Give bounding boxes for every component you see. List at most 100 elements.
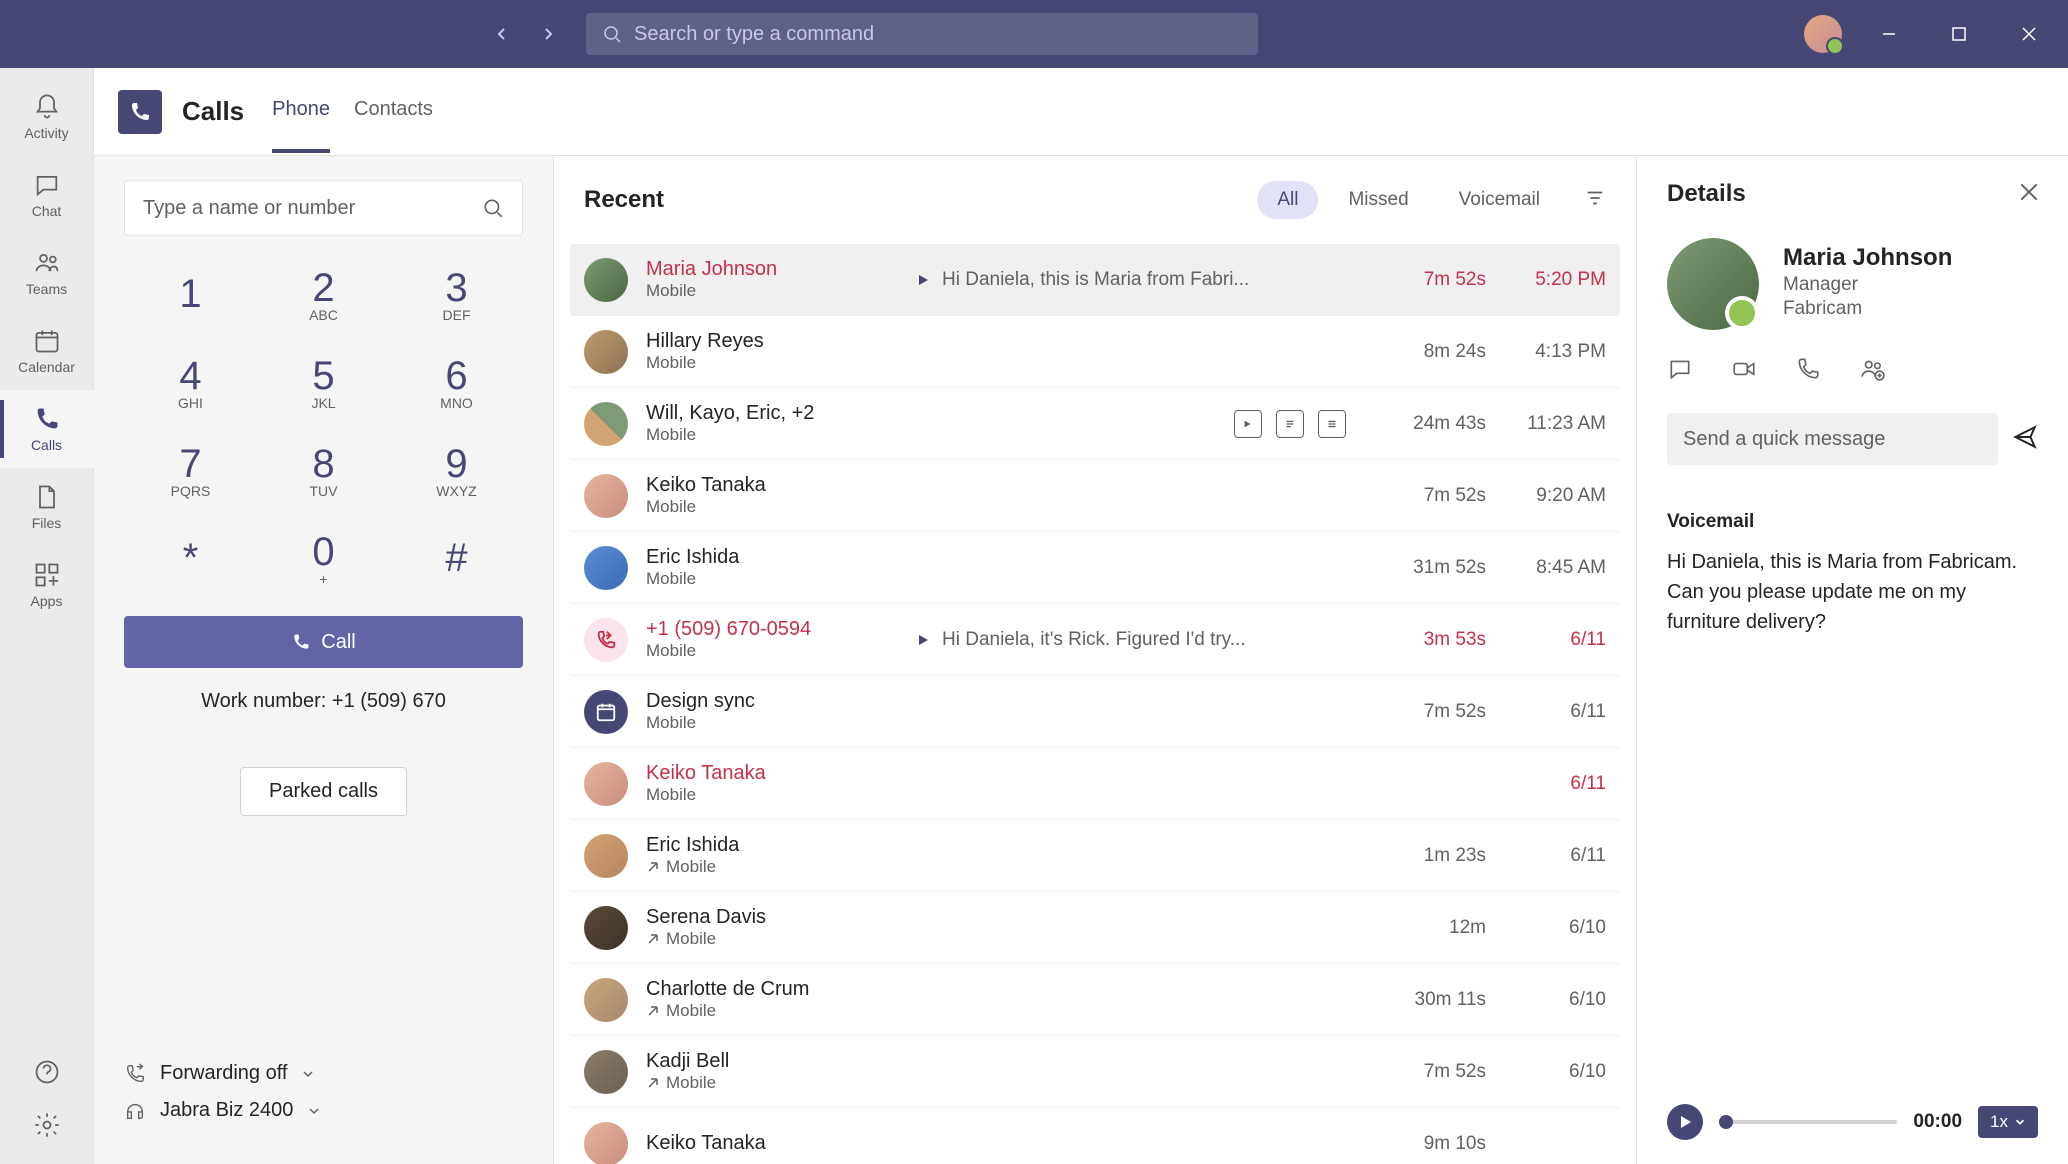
chip-missed[interactable]: Missed (1328, 181, 1428, 219)
forwarded-avatar (584, 618, 628, 662)
settings-button[interactable] (33, 1111, 61, 1144)
call-duration: 9m 10s (1366, 1133, 1486, 1155)
command-search-placeholder: Search or type a command (634, 23, 874, 46)
key-digit: * (183, 536, 199, 581)
rail-calendar[interactable]: Calendar (0, 312, 94, 390)
video-recording-icon[interactable] (1234, 410, 1262, 438)
call-time: 6/11 (1486, 629, 1606, 651)
search-icon (602, 24, 622, 44)
dialpad-key-*[interactable]: * (124, 514, 257, 602)
call-duration: 24m 43s (1366, 413, 1486, 435)
add-people-action[interactable] (1859, 356, 1885, 387)
quick-message-input[interactable]: Send a quick message (1667, 413, 1998, 465)
minimize-button[interactable] (1866, 11, 1912, 57)
key-digit: 9 (445, 442, 467, 487)
call-sublabel: Mobile (646, 1001, 876, 1021)
call-sublabel: Mobile (646, 785, 876, 805)
voicemail-heading: Voicemail (1667, 511, 2038, 533)
help-button[interactable] (33, 1058, 61, 1091)
dialpad-key-2[interactable]: 2ABC (257, 250, 390, 338)
call-time: 6/10 (1486, 989, 1606, 1011)
dialpad-key-6[interactable]: 6MNO (390, 338, 523, 426)
call-time: 11:23 AM (1486, 413, 1606, 435)
outgoing-icon (646, 1004, 660, 1018)
dialpad-key-3[interactable]: 3DEF (390, 250, 523, 338)
rail-teams[interactable]: Teams (0, 234, 94, 312)
filter-button[interactable] (1584, 187, 1606, 214)
command-search-input[interactable]: Search or type a command (586, 13, 1258, 55)
play-button[interactable] (1667, 1104, 1703, 1140)
chip-voicemail[interactable]: Voicemail (1439, 181, 1560, 219)
key-letters: DEF (443, 307, 471, 323)
call-row[interactable]: Keiko Tanaka Mobile 6/11 (570, 748, 1620, 820)
key-letters: GHI (178, 395, 203, 411)
rail-calls[interactable]: Calls (0, 390, 94, 468)
dialpad-key-4[interactable]: 4GHI (124, 338, 257, 426)
rail-chat[interactable]: Chat (0, 156, 94, 234)
call-row[interactable]: Eric Ishida Mobile 31m 52s 8:45 AM (570, 532, 1620, 604)
file-icon (33, 483, 61, 511)
back-button[interactable] (484, 16, 520, 52)
call-sublabel: Mobile (646, 1073, 876, 1093)
details-close-button[interactable] (2020, 183, 2038, 206)
call-name: Keiko Tanaka (646, 474, 876, 497)
forwarding-label: Forwarding off (160, 1062, 287, 1085)
parked-calls-button[interactable]: Parked calls (240, 767, 407, 816)
dialpad-key-8[interactable]: 8TUV (257, 426, 390, 514)
call-row[interactable]: Keiko Tanaka 9m 10s (570, 1108, 1620, 1164)
call-row[interactable]: Keiko Tanaka Mobile 7m 52s 9:20 AM (570, 460, 1620, 532)
call-name: Eric Ishida (646, 834, 876, 857)
key-digit: 3 (445, 266, 467, 311)
tab-phone[interactable]: Phone (272, 70, 330, 153)
tab-contacts[interactable]: Contacts (354, 70, 433, 153)
call-row[interactable]: Eric Ishida Mobile 1m 23s 6/11 (570, 820, 1620, 892)
call-row[interactable]: +1 (509) 670-0594 Mobile Hi Daniela, it'… (570, 604, 1620, 676)
call-row[interactable]: Design sync Mobile 7m 52s 6/11 (570, 676, 1620, 748)
call-time: 6/11 (1486, 845, 1606, 867)
call-name: Design sync (646, 690, 876, 713)
send-button[interactable] (2012, 424, 2038, 455)
phone-icon (291, 632, 311, 652)
dialpad-key-7[interactable]: 7PQRS (124, 426, 257, 514)
call-row[interactable]: Maria Johnson Mobile Hi Daniela, this is… (570, 244, 1620, 316)
seek-track[interactable] (1719, 1120, 1897, 1124)
notes-icon[interactable] (1318, 410, 1346, 438)
forward-button[interactable] (530, 16, 566, 52)
dialpad-key-#[interactable]: # (390, 514, 523, 602)
page-title: Calls (182, 96, 244, 127)
call-sublabel: Mobile (646, 929, 876, 949)
device-dropdown[interactable]: Jabra Biz 2400 (124, 1099, 523, 1122)
call-time: 6/10 (1486, 917, 1606, 939)
user-avatar[interactable] (1804, 15, 1842, 53)
key-letters: + (319, 571, 327, 587)
rail-files[interactable]: Files (0, 468, 94, 546)
call-row[interactable]: Hillary Reyes Mobile 8m 24s 4:13 PM (570, 316, 1620, 388)
call-row[interactable]: Will, Kayo, Eric, +2 Mobile 24m 43s 11:2… (570, 388, 1620, 460)
outgoing-icon (646, 1076, 660, 1090)
key-digit: 1 (179, 272, 201, 317)
maximize-button[interactable] (1936, 11, 1982, 57)
close-button[interactable] (2006, 11, 2052, 57)
chat-action[interactable] (1667, 356, 1693, 387)
call-button[interactable]: Call (124, 616, 523, 668)
call-row[interactable]: Kadji Bell Mobile 7m 52s 6/10 (570, 1036, 1620, 1108)
call-name: Keiko Tanaka (646, 762, 876, 785)
call-duration: 7m 52s (1366, 1061, 1486, 1083)
transcript-icon[interactable] (1276, 410, 1304, 438)
dialpad-key-1[interactable]: 1 (124, 250, 257, 338)
call-row[interactable]: Serena Davis Mobile 12m 6/10 (570, 892, 1620, 964)
speed-dropdown[interactable]: 1x (1978, 1106, 2038, 1138)
video-action[interactable] (1731, 356, 1757, 387)
dialpad-key-0[interactable]: 0+ (257, 514, 390, 602)
call-action[interactable] (1795, 356, 1821, 387)
call-row[interactable]: Charlotte de Crum Mobile 30m 11s 6/10 (570, 964, 1620, 1036)
forward-icon (124, 1063, 146, 1085)
dial-search-input[interactable]: Type a name or number (124, 180, 523, 236)
rail-activity[interactable]: Activity (0, 78, 94, 156)
dialpad-key-9[interactable]: 9WXYZ (390, 426, 523, 514)
chip-all[interactable]: All (1257, 181, 1318, 219)
dialpad-key-5[interactable]: 5JKL (257, 338, 390, 426)
forwarding-dropdown[interactable]: Forwarding off (124, 1062, 523, 1085)
call-duration: 7m 52s (1366, 485, 1486, 507)
rail-apps[interactable]: Apps (0, 546, 94, 624)
